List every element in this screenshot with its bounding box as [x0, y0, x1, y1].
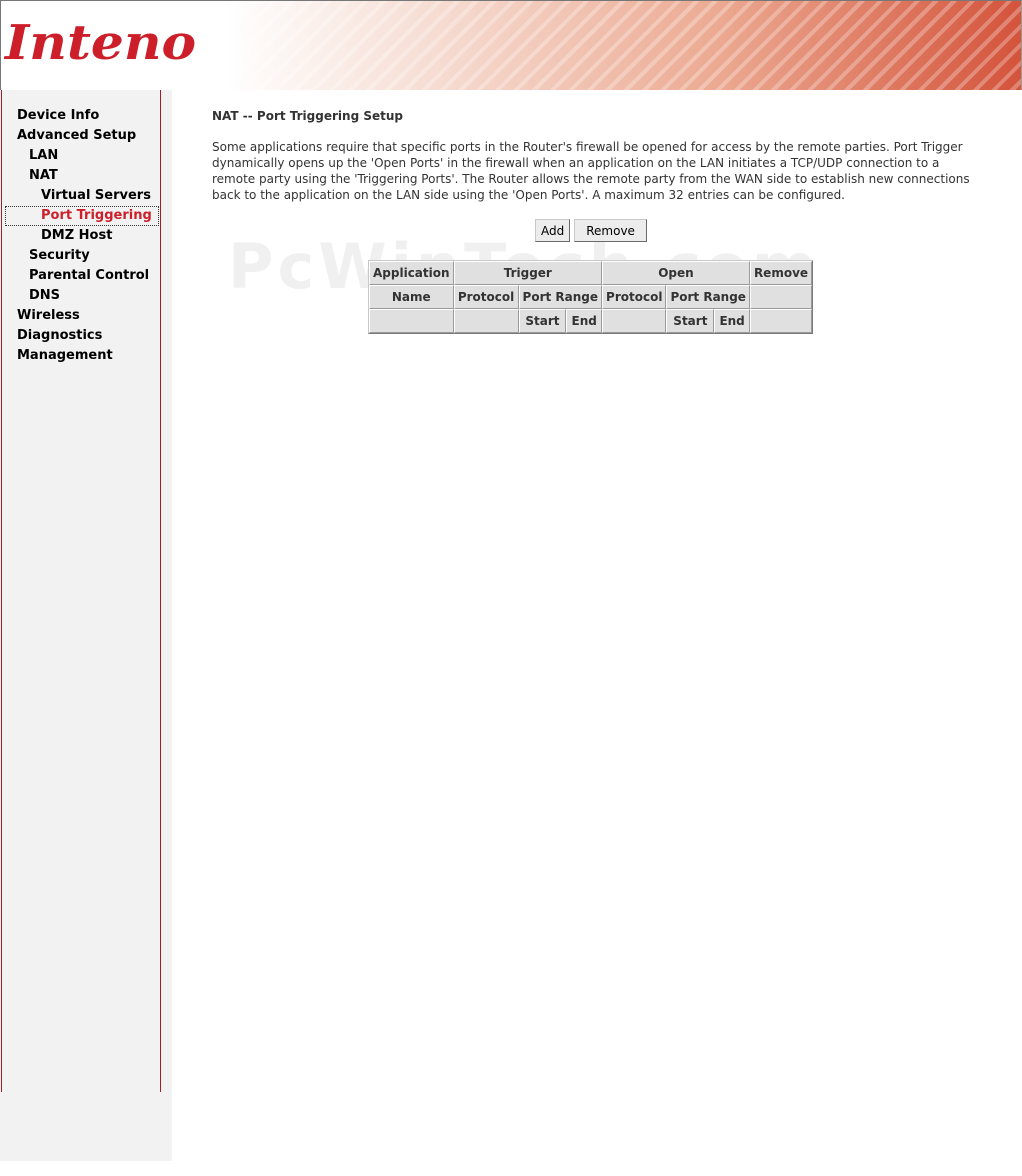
nav-dns[interactable]: DNS	[0, 286, 160, 306]
col-open-port-range: Port Range	[666, 285, 750, 309]
main-content: NAT -- Port Triggering Setup Some applic…	[212, 107, 972, 203]
nav-device-info[interactable]: Device Info	[0, 106, 160, 126]
nav-parental-control[interactable]: Parental Control	[0, 266, 160, 286]
nav-advanced-setup[interactable]: Advanced Setup	[0, 126, 160, 146]
page-description: Some applications require that specific …	[212, 140, 970, 202]
col-trigger-protocol-blank	[453, 309, 519, 333]
col-application: Application	[369, 261, 454, 285]
col-trigger-end: End	[566, 309, 603, 333]
add-button[interactable]: Add	[535, 219, 571, 242]
col-trigger-start: Start	[518, 309, 567, 333]
col-open-protocol: Protocol	[602, 285, 667, 309]
col-remove: Remove	[749, 261, 813, 285]
col-name: Name	[369, 285, 454, 309]
nav-nat[interactable]: NAT	[0, 166, 160, 186]
nav-security[interactable]: Security	[0, 246, 160, 266]
col-trigger-port-range: Port Range	[518, 285, 603, 309]
nav-management[interactable]: Management	[0, 346, 160, 366]
nav-lan[interactable]: LAN	[0, 146, 160, 166]
col-open-protocol-blank	[602, 309, 667, 333]
port-trigger-table: Application Trigger Open Remove Name Pro…	[368, 260, 814, 334]
page-title: NAT -- Port Triggering Setup	[212, 109, 403, 123]
nav-diagnostics[interactable]: Diagnostics	[0, 326, 160, 346]
action-buttons: Add Remove	[535, 219, 651, 242]
col-trigger-protocol: Protocol	[453, 285, 519, 309]
col-trigger: Trigger	[453, 261, 603, 285]
nav-port-triggering[interactable]: Port Triggering	[5, 206, 159, 226]
table-header-row-1: Application Trigger Open Remove	[369, 261, 813, 285]
col-open: Open	[602, 261, 750, 285]
col-open-start: Start	[666, 309, 715, 333]
nav-wireless[interactable]: Wireless	[0, 306, 160, 326]
table-header-row-2: Name Protocol Port Range Protocol Port R…	[369, 285, 813, 309]
remove-button[interactable]: Remove	[574, 219, 647, 242]
header-banner: Inteno	[0, 0, 1022, 90]
sidebar-nav: Device Info Advanced Setup LAN NAT Virtu…	[0, 106, 160, 366]
col-open-end: End	[714, 309, 750, 333]
sidebar-divider	[160, 90, 161, 1092]
col-name-blank	[369, 309, 454, 333]
table-header-row-3: Start End Start End	[369, 309, 813, 333]
nav-dmz-host[interactable]: DMZ Host	[0, 226, 160, 246]
col-remove-blank	[749, 285, 813, 309]
inteno-logo: Inteno	[5, 15, 197, 71]
nav-virtual-servers[interactable]: Virtual Servers	[0, 186, 160, 206]
col-remove-blank-2	[749, 309, 813, 333]
sidebar: Device Info Advanced Setup LAN NAT Virtu…	[0, 90, 172, 1161]
